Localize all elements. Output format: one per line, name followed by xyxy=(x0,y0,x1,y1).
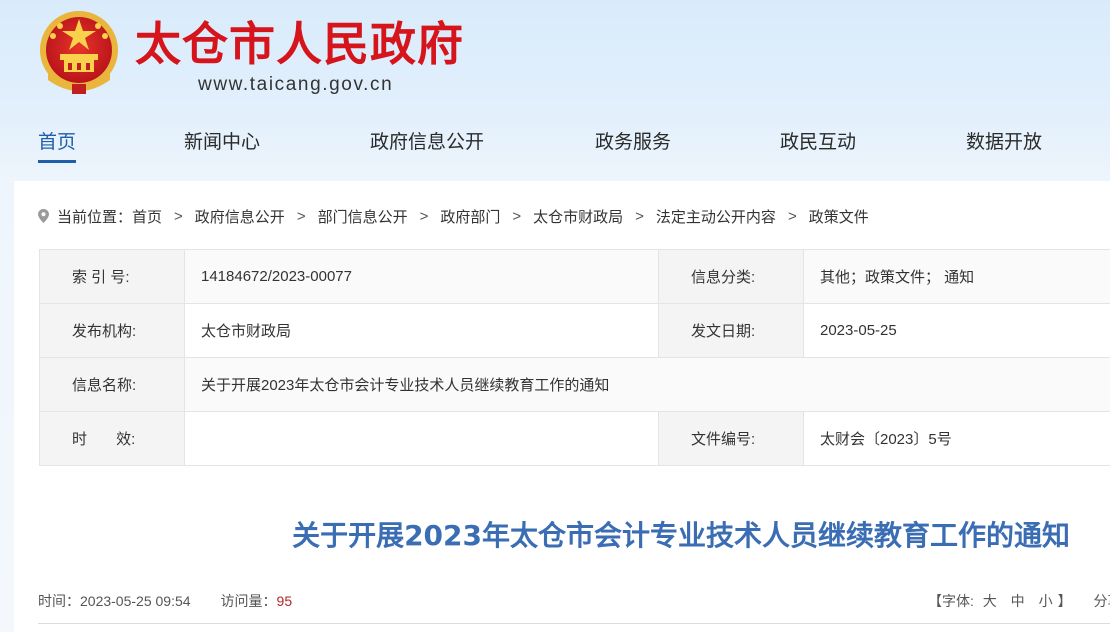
publisher-value: 太仓市财政局 xyxy=(184,303,659,358)
visits-label: 访问量： xyxy=(220,593,277,609)
divider xyxy=(38,623,1110,624)
date-label: 发文日期: xyxy=(658,303,804,358)
breadcrumb-separator: > xyxy=(296,207,306,225)
breadcrumb-prefix: 当前位置： xyxy=(57,208,133,226)
date-value: 2023-05-25 xyxy=(803,303,1110,358)
location-pin-icon xyxy=(38,209,49,223)
nav-item-interaction[interactable]: 政民互动 xyxy=(780,127,856,167)
site-url[interactable]: www.taicang.gov.cn xyxy=(198,74,393,96)
table-row: 发布机构: 太仓市财政局 发文日期: 2023-05-25 xyxy=(39,303,1110,358)
breadcrumb-finance-bureau[interactable]: 太仓市财政局 xyxy=(533,206,623,227)
visits-value: 95 xyxy=(276,593,293,609)
nav-item-gov-info[interactable]: 政府信息公开 xyxy=(370,127,484,167)
validity-label: 时 效: xyxy=(39,411,185,466)
breadcrumb-dept-info[interactable]: 部门信息公开 xyxy=(318,206,408,227)
time-value: 2023-05-25 09:54 xyxy=(80,593,191,609)
breadcrumb-separator: > xyxy=(635,207,644,225)
nav-item-home[interactable]: 首页 xyxy=(38,127,77,167)
main-nav: 首页 新闻中心 政府信息公开 政务服务 政民互动 数据开放 xyxy=(0,127,1110,167)
main-content: 当前位置： 首页 > 政府信息公开 > 部门信息公开 > 政府部门 > 太仓市财… xyxy=(14,181,1110,632)
docno-label: 文件编号: xyxy=(658,411,804,466)
publisher-label: 发布机构: xyxy=(39,303,185,358)
time-label: 时间： xyxy=(38,593,80,609)
breadcrumb-gov-info[interactable]: 政府信息公开 xyxy=(195,206,285,227)
index-value: 14184672/2023-00077 xyxy=(184,249,659,304)
category-label: 信息分类: xyxy=(658,249,804,304)
nav-item-open-data[interactable]: 数据开放 xyxy=(966,127,1042,167)
article-title: 关于开展2023年太仓市会计专业技术人员继续教育工作的通知 xyxy=(292,519,1070,552)
breadcrumb-gov-depts[interactable]: 政府部门 xyxy=(440,206,500,227)
validity-value xyxy=(184,411,659,466)
article-meta: 时间：2023-05-25 09:54 访问量：95 xyxy=(38,591,292,611)
nav-item-services[interactable]: 政务服务 xyxy=(595,127,671,167)
breadcrumb-separator: > xyxy=(174,207,183,225)
breadcrumb-public-content[interactable]: 法定主动公开内容 xyxy=(656,206,776,227)
breadcrumb: 当前位置： 首页 > 政府信息公开 > 部门信息公开 > 政府部门 > 太仓市财… xyxy=(38,206,869,226)
national-emblem-icon[interactable] xyxy=(38,10,120,98)
site-header: 太仓市人民政府 www.taicang.gov.cn 首页 新闻中心 政府信息公… xyxy=(0,0,1110,181)
font-size-close: 】 xyxy=(1057,593,1072,609)
table-row: 信息名称: 关于开展2023年太仓市会计专业技术人员继续教育工作的通知 xyxy=(39,357,1110,412)
breadcrumb-policy-docs[interactable]: 政策文件 xyxy=(809,206,869,227)
category-value: 其他；政策文件； 通知 xyxy=(803,249,1110,304)
site-title[interactable]: 太仓市人民政府 xyxy=(135,8,464,74)
docno-value: 太财会〔2023〕5号 xyxy=(803,411,1110,466)
breadcrumb-separator: > xyxy=(787,207,797,225)
font-medium-button[interactable]: 中 xyxy=(1011,593,1025,609)
breadcrumb-separator: > xyxy=(419,207,429,225)
name-value: 关于开展2023年太仓市会计专业技术人员继续教育工作的通知 xyxy=(184,357,1110,412)
breadcrumb-separator: > xyxy=(512,207,522,225)
font-small-button[interactable]: 小 xyxy=(1039,593,1053,609)
breadcrumb-home[interactable]: 首页 xyxy=(132,206,162,227)
table-row: 时 效: 文件编号: 太财会〔2023〕5号 xyxy=(39,411,1110,466)
name-label: 信息名称: xyxy=(39,357,185,412)
article-tools: 【字体: 大 中 小】 分享到 xyxy=(928,591,1110,611)
font-size-label: 【字体: xyxy=(928,593,974,609)
document-info-table: 索 引 号: 14184672/2023-00077 信息分类: 其他；政策文件… xyxy=(39,249,1110,466)
table-row: 索 引 号: 14184672/2023-00077 信息分类: 其他；政策文件… xyxy=(39,249,1110,304)
share-label[interactable]: 分享到 xyxy=(1093,593,1110,609)
index-label: 索 引 号: xyxy=(39,249,185,304)
nav-item-news[interactable]: 新闻中心 xyxy=(184,127,260,167)
font-large-button[interactable]: 大 xyxy=(983,593,997,609)
